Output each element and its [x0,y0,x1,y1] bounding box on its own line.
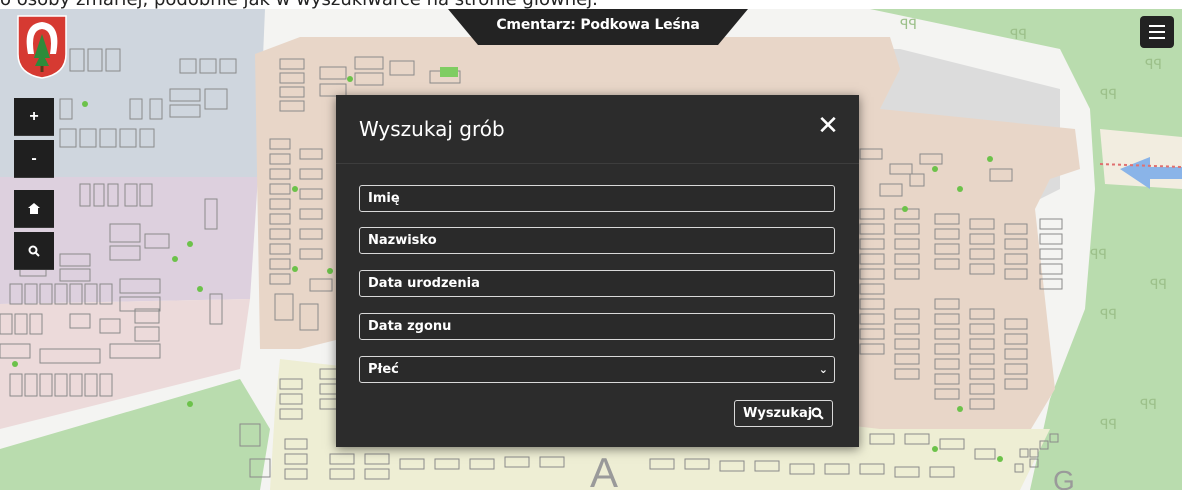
home-button[interactable] [14,190,54,228]
page-text-strip: o osoby zmarłej, podobnie jak w wyszukiw… [0,0,1182,9]
search-grave-dialog: Wyszukaj grób ✕ Imię Nazwisko Data urodz… [336,95,859,447]
svg-text:ꟼꟼ: ꟼꟼ [1090,246,1107,262]
home-icon [28,203,40,214]
chevron-down-icon: ⌄ [818,363,828,376]
section-a-label: A [590,449,618,490]
cemetery-title: Cmentarz: Podkowa Leśna [496,17,700,33]
svg-text:ꟼꟼ: ꟼꟼ [1145,56,1162,72]
coat-of-arms-icon [17,15,67,79]
svg-text:ꟼꟼ: ꟼꟼ [1140,396,1157,412]
close-icon[interactable]: ✕ [814,111,842,139]
search-map-button[interactable] [14,232,54,270]
svg-text:ꟼꟼ: ꟼꟼ [900,16,917,32]
search-icon [811,407,824,420]
first-name-field[interactable]: Imię [359,185,835,212]
svg-text:ꟼꟼ: ꟼꟼ [1150,276,1167,292]
menu-button[interactable] [1140,16,1174,48]
intro-text: o osoby zmarłej, podobnie jak w wyszukiw… [0,0,598,9]
birth-date-field[interactable]: Data urodzenia [359,270,835,297]
svg-text:ꟼꟼ: ꟼꟼ [1100,306,1117,322]
svg-text:ꟼꟼ: ꟼꟼ [1010,26,1027,42]
svg-text:ꟼꟼ: ꟼꟼ [1100,416,1117,432]
last-name-field[interactable]: Nazwisko [359,227,835,254]
search-button[interactable]: Wyszukaj [734,400,833,427]
cemetery-title-bar: Cmentarz: Podkowa Leśna [448,9,748,45]
zoom-out-button[interactable]: - [14,140,54,178]
svg-text:ꟼꟼ: ꟼꟼ [1100,86,1117,102]
hamburger-menu-icon [1149,25,1165,27]
search-icon [28,245,40,257]
dialog-title: Wyszukaj grób [359,117,505,141]
section-g-label: G [1053,465,1075,490]
zoom-in-button[interactable]: + [14,98,54,136]
death-date-field[interactable]: Data zgonu [359,313,835,340]
gender-select[interactable]: Płeć ⌄ [359,356,835,383]
